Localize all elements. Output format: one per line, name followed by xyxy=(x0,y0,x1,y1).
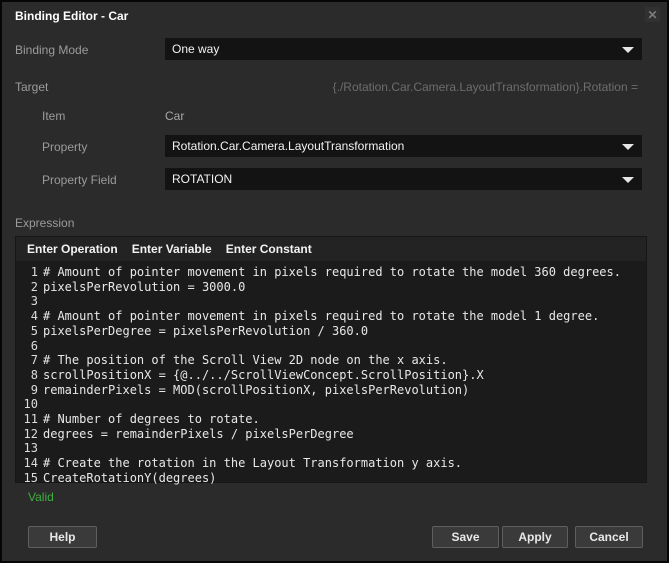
code-line: 7 # The position of the Scroll View 2D no… xyxy=(16,353,646,368)
line-number: 11 xyxy=(23,412,38,427)
code-line: 10 xyxy=(16,397,646,412)
code-text: # Amount of pointer movement in pixels r… xyxy=(43,265,621,279)
close-icon[interactable]: ✕ xyxy=(645,7,660,22)
code-text: # Amount of pointer movement in pixels r… xyxy=(43,309,600,324)
binding-editor-dialog: Binding Editor - Car ✕ Binding Mode One … xyxy=(0,0,669,563)
code-line: 3 xyxy=(16,294,646,309)
save-button[interactable]: Save xyxy=(432,526,499,548)
expression-panel: Enter Operation Enter Variable Enter Const… xyxy=(15,236,647,486)
toolbar-button-enter-variable[interactable]: Enter Variable xyxy=(126,238,218,260)
expression-toolbar: Enter Operation Enter Variable Enter Const… xyxy=(16,237,646,261)
line-number: 12 xyxy=(23,426,38,441)
code-text: CreateRotationY(degrees) xyxy=(43,470,217,485)
binding-target-preview: {./Rotation.Car.Camera.LayoutTransformat… xyxy=(332,80,638,94)
expression-code-editor[interactable]: 1 # Amount of pointer movement in pixels … xyxy=(16,261,646,486)
binding-mode-label: Binding Mode xyxy=(15,43,89,57)
code-line: 1 # Amount of pointer movement in pixels … xyxy=(16,265,646,280)
item-label: Item xyxy=(42,109,66,123)
code-text: scrollPositionX = {@../../ScrollViewConc… xyxy=(43,367,484,382)
property-field-dropdown[interactable]: ROTATION xyxy=(165,168,642,190)
code-text: pixelsPerRevolution = 3000.0 xyxy=(43,279,246,294)
code-text: # Number of degrees to rotate. xyxy=(43,412,260,427)
code-text: # Create the rotation in the Layout Tran… xyxy=(43,456,463,471)
line-number: 1 xyxy=(30,265,38,279)
toolbar-button-enter-operation[interactable]: Enter Operation xyxy=(21,238,124,260)
code-text: degrees = remainderPixels / pixelsPerDeg… xyxy=(43,426,354,441)
code-line: 13 xyxy=(16,441,646,456)
property-dropdown[interactable]: Rotation.Car.Camera.LayoutTransformation xyxy=(165,135,642,157)
code-line: 11 # Number of degrees to rotate. xyxy=(16,412,646,427)
line-number: 7 xyxy=(30,353,38,368)
code-line: 5 pixelsPerDegree = pixelsPerRevolution /… xyxy=(16,324,646,339)
line-number: 15 xyxy=(23,470,38,485)
chevron-down-icon xyxy=(622,177,634,183)
binding-mode-dropdown[interactable]: One way xyxy=(165,38,642,60)
property-label: Property xyxy=(42,140,88,154)
apply-button[interactable]: Apply xyxy=(502,526,568,548)
target-section-label: Target xyxy=(15,80,49,94)
validation-status: Valid xyxy=(28,490,54,504)
line-number: 8 xyxy=(30,367,38,382)
line-number: 13 xyxy=(23,441,38,456)
code-line: 15 CreateRotationY(degrees) xyxy=(16,471,646,486)
code-line: 2 pixelsPerRevolution = 3000.0 xyxy=(16,280,646,295)
item-value: Car xyxy=(165,109,185,123)
line-number: 4 xyxy=(30,309,38,324)
binding-mode-value: One way xyxy=(172,42,220,56)
code-text: remainderPixels = MOD(scrollPositionX, p… xyxy=(43,382,470,397)
dialog-title: Binding Editor - Car xyxy=(15,9,129,23)
chevron-down-icon xyxy=(622,144,634,150)
line-number: 14 xyxy=(23,456,38,471)
line-number: 6 xyxy=(30,338,38,353)
property-field-label: Property Field xyxy=(42,173,117,187)
toolbar-button-enter-constant[interactable]: Enter Constant xyxy=(220,238,318,260)
code-line: 6 xyxy=(16,339,646,354)
code-line: 12 degrees = remainderPixels / pixelsPerD… xyxy=(16,427,646,442)
line-number: 10 xyxy=(23,397,38,412)
line-number: 9 xyxy=(30,382,38,397)
code-line: 8 scrollPositionX = {@../../ScrollViewCon… xyxy=(16,368,646,383)
code-line: 14 # Create the rotation in the Layout Tr… xyxy=(16,456,646,471)
help-button[interactable]: Help xyxy=(28,526,97,548)
chevron-down-icon xyxy=(622,47,634,53)
property-field-value: ROTATION xyxy=(172,172,233,186)
code-line: 9 remainderPixels = MOD(scrollPositionX, … xyxy=(16,383,646,398)
line-number: 5 xyxy=(30,323,38,338)
code-line: 4 # Amount of pointer movement in pixels … xyxy=(16,309,646,324)
code-text: # The position of the Scroll View 2D nod… xyxy=(43,353,448,368)
code-text: pixelsPerDegree = pixelsPerRevolution / … xyxy=(43,323,369,338)
cancel-button[interactable]: Cancel xyxy=(575,526,643,548)
property-value: Rotation.Car.Camera.LayoutTransformation xyxy=(172,139,405,153)
line-number: 2 xyxy=(30,279,38,294)
line-number: 3 xyxy=(30,294,38,309)
expression-section-label: Expression xyxy=(15,216,75,230)
